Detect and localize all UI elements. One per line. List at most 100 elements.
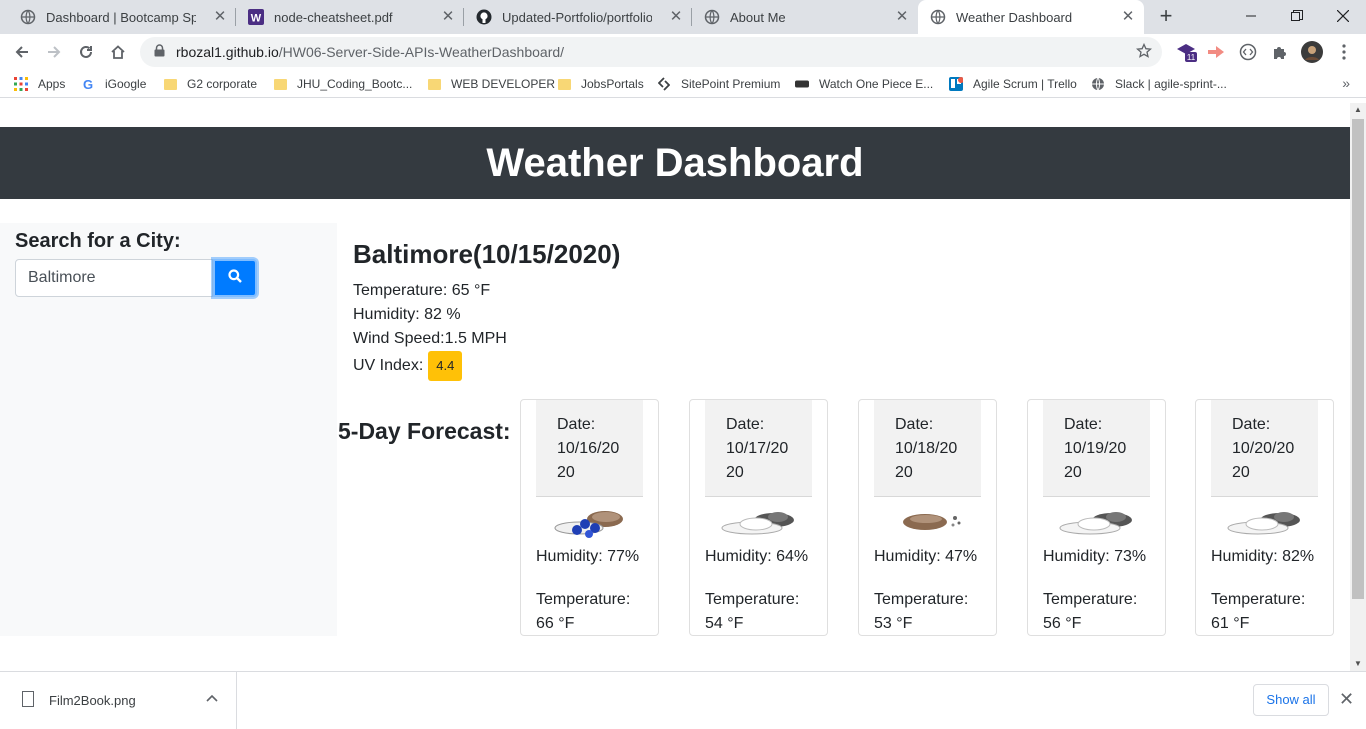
w-logo-icon: W <box>248 9 264 25</box>
download-item[interactable]: Film2Book.png <box>0 672 237 729</box>
forecast-humidity: Humidity: 73% <box>1043 548 1147 565</box>
broken-clouds-icon <box>1218 504 1310 540</box>
tab-about-me[interactable]: About Me ✕ <box>692 0 918 34</box>
forward-arrow-icon[interactable] <box>40 38 68 66</box>
profile-avatar[interactable] <box>1301 41 1323 63</box>
chevron-up-icon[interactable] <box>206 691 218 705</box>
folder-icon <box>163 77 177 91</box>
search-button[interactable] <box>213 259 257 297</box>
bookmark-label: G2 corporate <box>187 77 258 91</box>
back-arrow-icon[interactable] <box>8 38 36 66</box>
lock-icon <box>154 44 168 60</box>
svg-text:W: W <box>251 13 262 25</box>
bookmark-web-developer[interactable]: WEB DEVELOPER <box>427 75 555 93</box>
forecast-temperature: Temperature: 56 °F <box>1043 591 1138 632</box>
forecast-card: Date: 10/17/2020 Humidity: 64% Temperatur… <box>689 399 828 636</box>
scrollbar-thumb[interactable] <box>1352 119 1364 599</box>
bookmarks-overflow-icon[interactable]: » <box>1342 75 1350 91</box>
bookmark-jhu-coding[interactable]: JHU_Coding_Bootc... <box>273 75 412 93</box>
extension-code-icon[interactable] <box>1237 41 1259 63</box>
globe-icon <box>704 9 720 25</box>
tab-title: About Me <box>730 9 786 25</box>
close-tab-icon[interactable]: ✕ <box>212 9 228 25</box>
current-humidity: Humidity: 82 % <box>353 306 461 323</box>
bookmark-trello[interactable]: Agile Scrum | Trello <box>949 75 1077 93</box>
tab-weather-dashboard[interactable]: Weather Dashboard ✕ <box>918 0 1144 34</box>
new-tab-button[interactable]: + <box>1154 5 1178 29</box>
bookmark-g2-corporate[interactable]: G2 corporate <box>163 75 257 93</box>
chrome-menu-icon[interactable] <box>1333 41 1355 63</box>
scroll-down-icon[interactable]: ▼ <box>1350 657 1366 671</box>
bookmarks-bar: Apps G iGoogle G2 corporate JHU_Coding_B… <box>0 70 1366 98</box>
file-icon <box>22 691 34 707</box>
rain-cloud-icon <box>543 504 635 540</box>
tab-title: Updated-Portfolio/portfolio.htm <box>502 9 652 25</box>
bookmark-slack[interactable]: Slack | agile-sprint-... <box>1091 75 1227 93</box>
extension-badge: 11 <box>1187 53 1196 62</box>
bookmark-label: Slack | agile-sprint-... <box>1115 77 1227 91</box>
tab-title: Weather Dashboard <box>956 9 1073 25</box>
extension-bootcamp-icon[interactable]: 11 <box>1176 41 1198 63</box>
uv-index-row: UV Index: 4.4 <box>353 351 620 381</box>
minimize-icon[interactable] <box>1228 0 1274 32</box>
tab-bootcamp-spot[interactable]: Dashboard | Bootcamp Spot ✕ <box>8 0 236 34</box>
bookmark-label: iGoogle <box>105 77 147 91</box>
forecast-date: Date: 10/20/2020 <box>1211 400 1318 497</box>
bookmark-label: SitePoint Premium <box>681 77 781 91</box>
trello-icon <box>949 77 963 91</box>
url-host: rbozal1.github.io <box>176 44 279 60</box>
github-icon <box>476 9 492 25</box>
extensions-puzzle-icon[interactable] <box>1269 41 1291 63</box>
bookmark-apps[interactable]: Apps <box>14 75 65 93</box>
city-search-input[interactable] <box>15 259 213 297</box>
bookmark-jobsportals[interactable]: JobsPortals <box>557 75 644 93</box>
browser-toolbar: rbozal1.github.io/HW06-Server-Side-APIs-… <box>0 34 1366 70</box>
broken-clouds-icon <box>712 504 804 540</box>
forecast-humidity: Humidity: 47% <box>874 548 978 565</box>
close-tab-icon[interactable]: ✕ <box>668 9 684 25</box>
forecast-card: Date: 10/20/2020 Humidity: 82% Temperatur… <box>1195 399 1334 636</box>
bookmark-sitepoint[interactable]: SitePoint Premium <box>657 75 780 93</box>
reload-icon[interactable] <box>72 38 100 66</box>
show-all-button[interactable]: Show all <box>1253 684 1329 716</box>
close-tab-icon[interactable]: ✕ <box>1120 9 1136 25</box>
forecast-date: Date: 10/16/2020 <box>536 400 643 497</box>
folder-icon <box>427 77 441 91</box>
forecast-humidity: Humidity: 82% <box>1211 548 1315 565</box>
current-weather: Baltimore(10/15/2020) Temperature: 65 °F… <box>353 239 620 381</box>
tab-node-cheatsheet[interactable]: W node-cheatsheet.pdf ✕ <box>236 0 464 34</box>
bookmark-one-piece[interactable]: Watch One Piece E... <box>795 75 933 93</box>
sitepoint-icon <box>657 77 671 91</box>
forecast-humidity: Humidity: 64% <box>705 548 809 565</box>
globe-icon <box>930 9 946 25</box>
few-clouds-icon <box>881 504 973 540</box>
page-title: Weather Dashboard <box>0 127 1350 199</box>
address-bar[interactable]: rbozal1.github.io/HW06-Server-Side-APIs-… <box>140 37 1162 67</box>
page-scrollbar[interactable]: ▲ ▼ <box>1350 103 1366 671</box>
home-icon[interactable] <box>104 38 132 66</box>
forecast-card: Date: 10/19/2020 Humidity: 73% Temperatur… <box>1027 399 1166 636</box>
restore-icon[interactable] <box>1274 0 1320 32</box>
close-window-icon[interactable] <box>1320 0 1366 32</box>
close-tab-icon[interactable]: ✕ <box>440 9 456 25</box>
bookmark-igoogle[interactable]: G iGoogle <box>81 75 146 93</box>
forecast-card: Date: 10/16/2020 Humidity: 77% Temperatur… <box>520 399 659 636</box>
bookmark-label: Watch One Piece E... <box>819 77 934 91</box>
forecast-card: Date: 10/18/2020 Humidity: 47% Temperatur… <box>858 399 997 636</box>
apps-grid-icon <box>14 77 28 91</box>
globe-icon <box>1091 77 1105 91</box>
extension-arrow-icon[interactable] <box>1205 41 1227 63</box>
forecast-date: Date: 10/17/2020 <box>705 400 812 497</box>
bookmark-label: JHU_Coding_Bootc... <box>297 77 413 91</box>
close-tab-icon[interactable]: ✕ <box>894 9 910 25</box>
scroll-up-icon[interactable]: ▲ <box>1350 103 1366 117</box>
uv-index-badge: 4.4 <box>428 351 463 381</box>
bookmark-star-icon[interactable] <box>1135 42 1153 62</box>
forecast-date: Date: 10/18/2020 <box>874 400 981 497</box>
uv-label: UV Index: <box>353 357 424 374</box>
url-path: /HW06-Server-Side-APIs-WeatherDashboard/ <box>278 44 565 60</box>
forecast-temperature: Temperature: 54 °F <box>705 591 800 632</box>
tab-portfolio[interactable]: Updated-Portfolio/portfolio.htm ✕ <box>464 0 692 34</box>
close-icon[interactable]: ✕ <box>1339 689 1354 710</box>
broken-clouds-icon <box>1050 504 1142 540</box>
